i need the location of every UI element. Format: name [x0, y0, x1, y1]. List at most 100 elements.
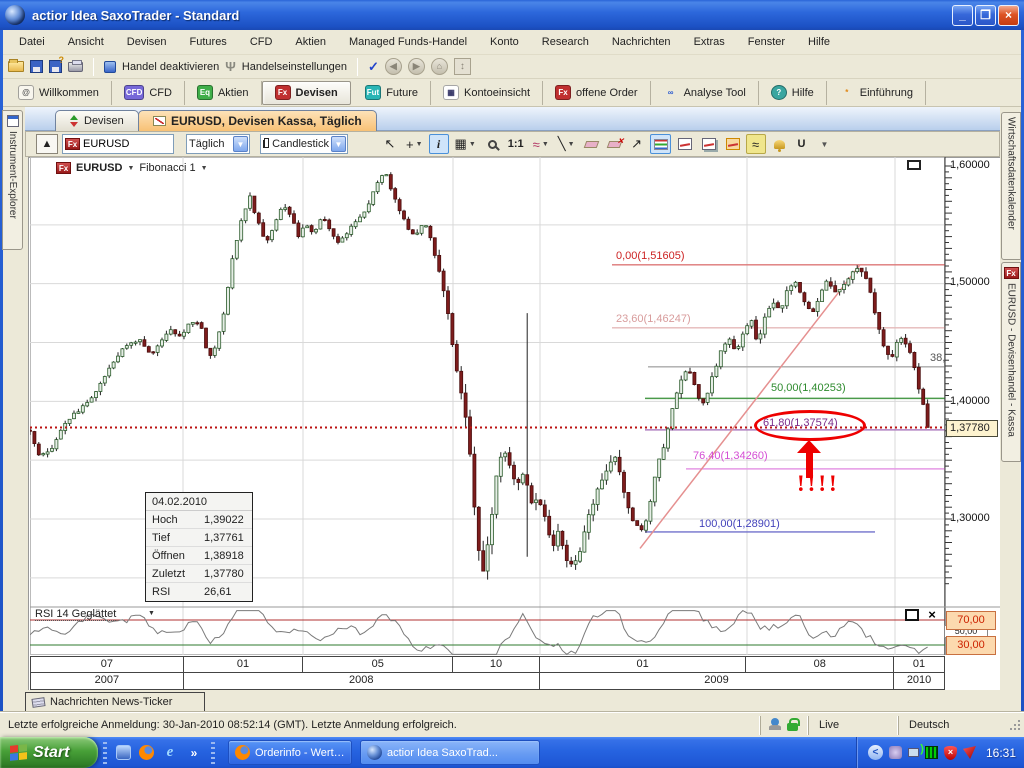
- app-tab-einfuehrung[interactable]: * Einführung: [827, 81, 926, 105]
- trade-settings-button[interactable]: Handelseinstellungen: [242, 61, 347, 73]
- app-tab-aktien[interactable]: Eq Aktien: [185, 81, 262, 105]
- symbol-input[interactable]: [83, 138, 157, 150]
- economic-calendar-label: Wirtschaftsdatenkalender: [1006, 117, 1017, 230]
- ratio-tool[interactable]: 1:1 ▼: [505, 134, 527, 154]
- resize-grip[interactable]: [1008, 718, 1022, 732]
- menu-item[interactable]: Managed Funds-Handel: [340, 32, 481, 52]
- chart-settings-tool[interactable]: ▼: [722, 134, 743, 154]
- confirm-icon[interactable]: ✓: [368, 59, 379, 75]
- eraser-tool[interactable]: ▼: [581, 134, 601, 154]
- quicklaunch-bar: e»: [112, 745, 206, 761]
- rsi-level-badge: 70,00: [946, 611, 996, 630]
- app-tab-willkommen[interactable]: @ Willkommen: [6, 81, 112, 105]
- menu-item[interactable]: CFD: [241, 32, 287, 52]
- taskbar: Start e» Orderinfo - Wertpapi... actior …: [0, 737, 1024, 768]
- chevron-down-icon[interactable]: ▼: [127, 165, 134, 172]
- app-tab-cfd[interactable]: CFD CFD: [112, 81, 185, 105]
- price-axis-label: 1,50000: [950, 276, 990, 288]
- app-tab-devisen[interactable]: Fx Devisen: [262, 81, 351, 105]
- save-icon[interactable]: [30, 60, 43, 73]
- menu-item[interactable]: Fenster: [739, 32, 799, 52]
- fx-trade-panel-tab[interactable]: Fx EURUSD - Devisenhandel - Kassa: [1001, 262, 1021, 462]
- app-tab-analyse-tool[interactable]: ∞ Analyse Tool: [651, 81, 759, 105]
- home-button[interactable]: ⌂: [431, 58, 448, 75]
- delete-all-tool[interactable]: ▼: [604, 134, 624, 154]
- underline-tool[interactable]: U ▼: [792, 134, 812, 154]
- expand-tool[interactable]: ↗ ▼: [627, 134, 647, 154]
- indicator-tool[interactable]: ≈ ▼: [530, 134, 552, 154]
- task-orderinfo[interactable]: Orderinfo - Wertpapi...: [228, 740, 352, 765]
- app-tab-future[interactable]: Fut Future: [353, 81, 431, 105]
- back-button[interactable]: ◀: [385, 58, 402, 75]
- overlay-tool[interactable]: ≈ ▼: [746, 134, 766, 154]
- copy-chart-2-tool[interactable]: ▼: [698, 134, 719, 154]
- style-value: Candlestick: [272, 138, 329, 150]
- quicklaunch-app-icon[interactable]: [116, 745, 131, 760]
- app-tab-kontoeinsicht[interactable]: ▦ Kontoeinsicht: [431, 81, 543, 105]
- style-select[interactable]: Candlestick ▼: [260, 134, 348, 154]
- dock-button[interactable]: ↕: [454, 58, 471, 75]
- security-alert-icon[interactable]: ×: [944, 746, 957, 760]
- collapse-toolbar-button[interactable]: ▲: [36, 134, 58, 154]
- minimize-button[interactable]: _: [952, 5, 973, 26]
- network-icon[interactable]: [908, 748, 919, 757]
- task-saxotrader[interactable]: actior Idea SaxoTrad...: [360, 740, 540, 765]
- menu-item[interactable]: Futures: [181, 32, 241, 52]
- chevron-down-icon[interactable]: ▼: [148, 610, 155, 617]
- save-as-icon[interactable]: [49, 60, 62, 73]
- menu-item[interactable]: Extras: [685, 32, 739, 52]
- chevron-down-icon[interactable]: ▼: [201, 165, 208, 172]
- quicklaunch-ie-icon[interactable]: e: [162, 745, 178, 761]
- menu-item[interactable]: Research: [533, 32, 603, 52]
- quicklaunch-firefox-icon[interactable]: [139, 745, 154, 760]
- grid-tool[interactable]: ▦ ▼: [452, 134, 479, 154]
- close-button[interactable]: ×: [998, 5, 1019, 26]
- menu-item[interactable]: Ansicht: [59, 32, 118, 52]
- menu-item[interactable]: Datei: [10, 32, 59, 52]
- start-button[interactable]: Start: [0, 737, 98, 768]
- open-icon[interactable]: [8, 61, 24, 72]
- app-tab-offene-order[interactable]: Fx offene Order: [543, 81, 651, 105]
- status-language[interactable]: Deutsch: [898, 716, 1008, 735]
- menu-item[interactable]: Aktien: [286, 32, 340, 52]
- news-ticker-tab[interactable]: Nachrichten News-Ticker: [25, 692, 205, 712]
- toolbar-handle[interactable]: [103, 742, 107, 764]
- alarm-tool[interactable]: ▼: [769, 134, 789, 154]
- cursor-tool[interactable]: ↖ ▼: [380, 134, 400, 154]
- chart-tab-eurusd[interactable]: EURUSD, Devisen Kassa, Täglich: [138, 110, 377, 131]
- fibonacci-tool[interactable]: ▼: [650, 134, 671, 154]
- instrument-explorer-tab[interactable]: Instrument-Explorer: [2, 110, 23, 250]
- print-icon[interactable]: [68, 62, 83, 72]
- antivirus-icon[interactable]: [963, 746, 976, 759]
- rsi-close-button[interactable]: ×: [925, 609, 939, 621]
- legend-study[interactable]: Fibonacci 1: [139, 162, 195, 174]
- period-select[interactable]: Täglich ▼: [186, 134, 250, 154]
- chart-tab-devisen[interactable]: Devisen: [55, 110, 139, 131]
- app-tab-icon: Fx: [275, 85, 291, 100]
- crosshair-tool[interactable]: + ▼: [403, 134, 426, 154]
- zoom-in-tool[interactable]: ▼: [482, 134, 502, 154]
- activity-icon[interactable]: [925, 746, 938, 759]
- line-tool[interactable]: ╲ ▼: [555, 134, 578, 154]
- quicklaunch-more-icon[interactable]: »: [186, 745, 202, 761]
- menu-item[interactable]: Hilfe: [799, 32, 844, 52]
- trade-disable-button[interactable]: Handel deaktivieren: [122, 61, 219, 73]
- pane-maximize-button[interactable]: [907, 160, 921, 170]
- economic-calendar-tab[interactable]: Wirtschaftsdatenkalender: [1001, 112, 1021, 260]
- more-tools[interactable]: ▼ ▼: [815, 134, 835, 154]
- app-tab-hilfe[interactable]: ? Hilfe: [759, 81, 827, 105]
- menu-item[interactable]: Devisen: [118, 32, 181, 52]
- maximize-button[interactable]: ❐: [975, 5, 996, 26]
- tooltip-row: RSI 26,61: [146, 583, 252, 601]
- rsi-maximize-button[interactable]: [905, 609, 919, 621]
- toolbar-handle[interactable]: [211, 742, 215, 764]
- tray-app-icon[interactable]: [889, 746, 902, 759]
- tray-expand-icon[interactable]: <: [868, 745, 883, 760]
- rsi-pane-title[interactable]: RSI 14 Geglättet: [35, 608, 116, 621]
- menu-item[interactable]: Nachrichten: [603, 32, 685, 52]
- forward-button[interactable]: ▶: [408, 58, 425, 75]
- info-tool[interactable]: i ▼: [429, 134, 449, 154]
- menu-item[interactable]: Konto: [481, 32, 533, 52]
- copy-chart-tool[interactable]: ▼: [674, 134, 695, 154]
- legend-symbol[interactable]: EURUSD: [76, 162, 122, 174]
